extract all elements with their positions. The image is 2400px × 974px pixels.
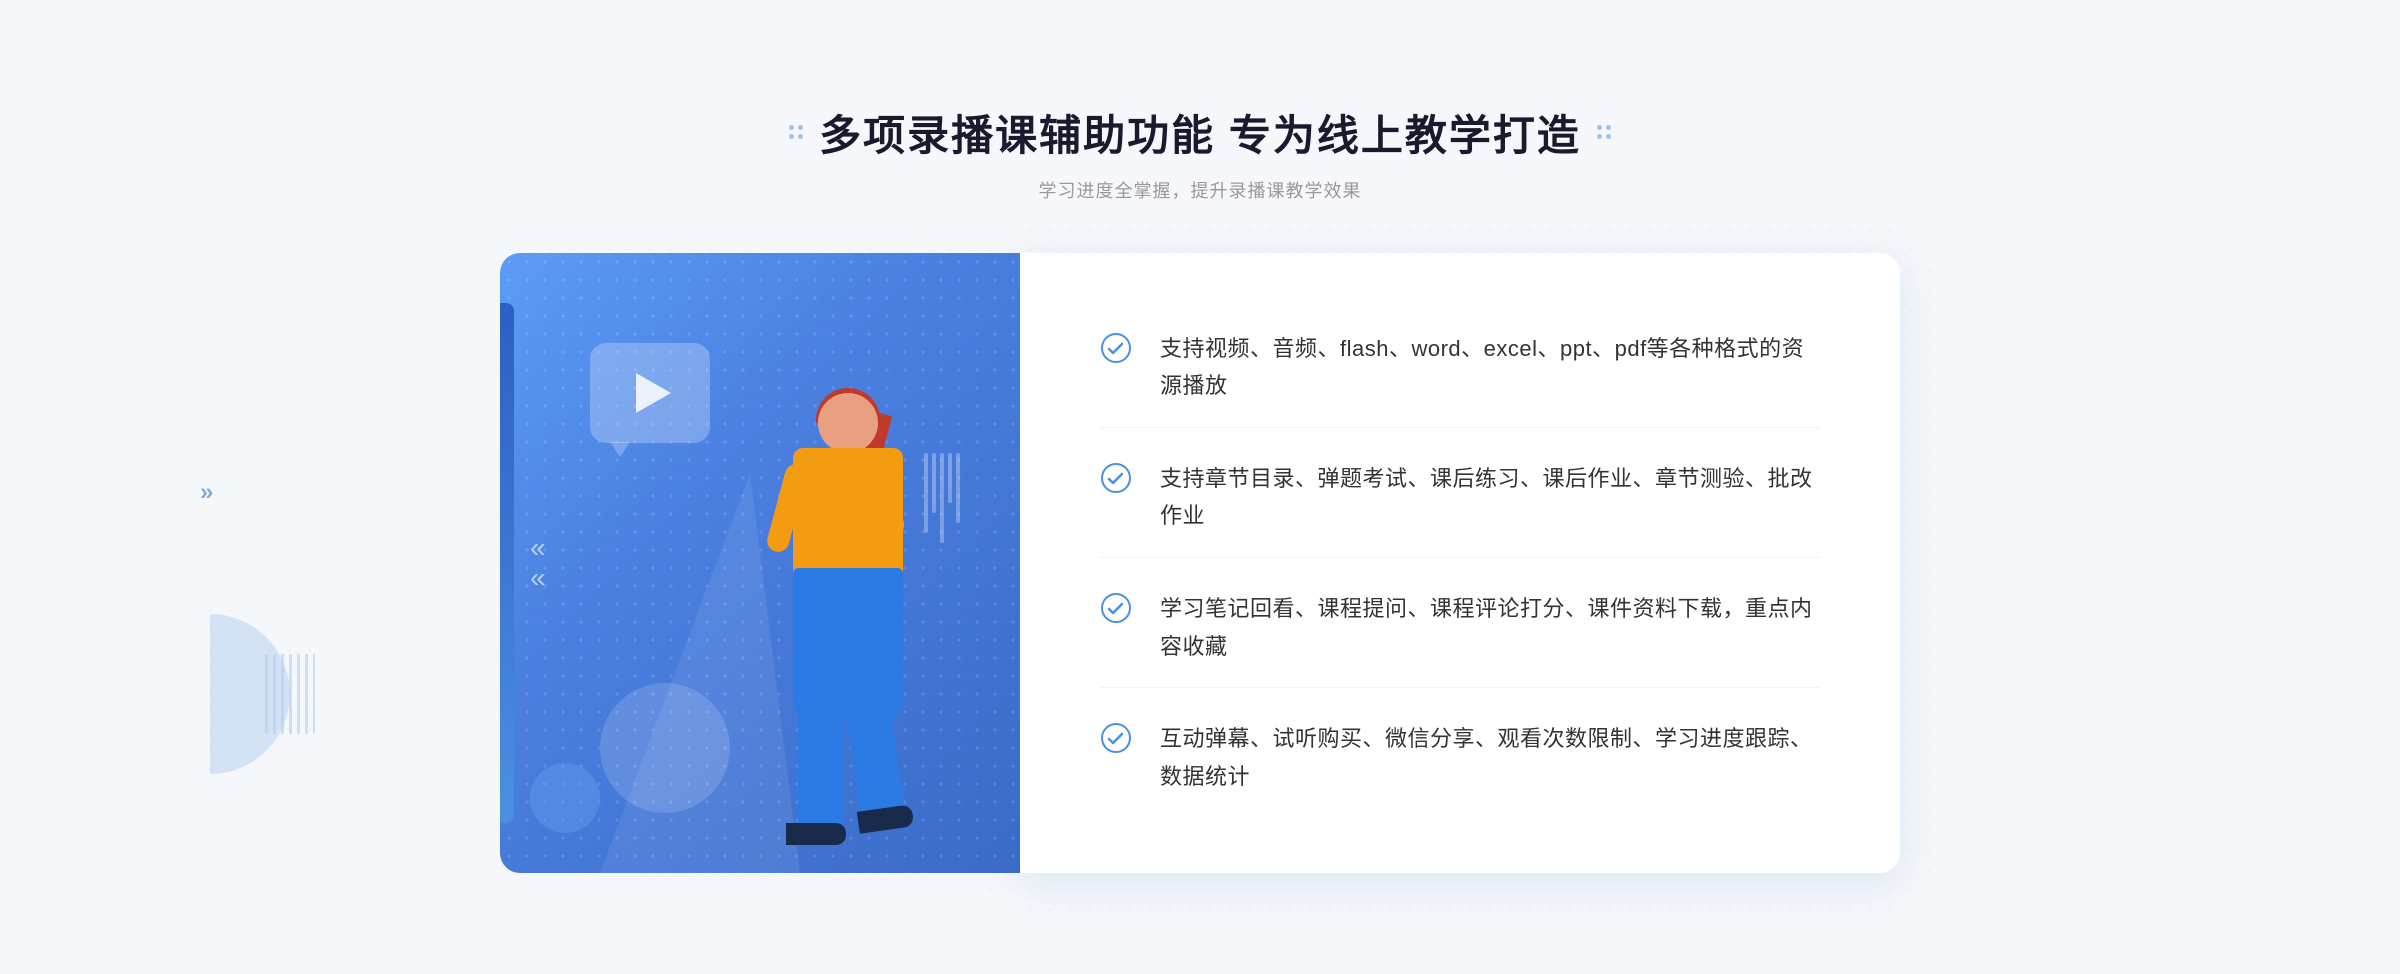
- check-circle-icon-2: [1100, 462, 1132, 494]
- title-dots-left: [789, 125, 803, 139]
- chevron-left-icon: «: [530, 534, 546, 562]
- feature-item-3: 学习笔记回看、课程提问、课程评论打分、课件资料下载，重点内容收藏: [1100, 568, 1820, 688]
- feature-item-2: 支持章节目录、弹题考试、课后练习、课后作业、章节测验、批改作业: [1100, 438, 1820, 558]
- illustration-panel: « «: [500, 253, 1020, 873]
- header-section: 多项录播课辅助功能 专为线上教学打造 学习进度全掌握，提升录播课教学效果: [789, 102, 1611, 203]
- deco-arrows: « «: [530, 534, 546, 592]
- title-dots-right: [1597, 125, 1611, 139]
- person-figure: [708, 393, 968, 873]
- check-circle-icon-1: [1100, 332, 1132, 364]
- feature-text-1: 支持视频、音频、flash、word、excel、ppt、pdf等各种格式的资源…: [1160, 330, 1820, 405]
- deco-circle-small: [530, 763, 600, 833]
- person-shoe-left: [786, 823, 846, 845]
- chevron-left-icon-2: «: [530, 564, 546, 592]
- person-leg-left: [798, 703, 843, 843]
- feature-text-3: 学习笔记回看、课程提问、课程评论打分、课件资料下载，重点内容收藏: [1160, 590, 1820, 665]
- feature-text-2: 支持章节目录、弹题考试、课后练习、课后作业、章节测验、批改作业: [1160, 460, 1820, 535]
- feature-item-4: 互动弹幕、试听购买、微信分享、观看次数限制、学习进度跟踪、数据统计: [1100, 698, 1820, 817]
- title-wrapper: 多项录播课辅助功能 专为线上教学打造: [789, 102, 1611, 163]
- left-decoration: »: [200, 479, 213, 507]
- check-circle-icon-4: [1100, 722, 1132, 754]
- person-pants: [793, 568, 903, 718]
- feature-text-4: 互动弹幕、试听购买、微信分享、观看次数限制、学习进度跟踪、数据统计: [1160, 720, 1820, 795]
- page-container: » 多项录播课辅助功能 专为线上教学打造 学习进度全掌握，提升录播课教学效果: [0, 0, 2400, 974]
- deco-striped-pattern: [265, 654, 315, 734]
- feature-item-1: 支持视频、音频、flash、word、excel、ppt、pdf等各种格式的资源…: [1100, 308, 1820, 428]
- person-head: [818, 393, 878, 453]
- sub-title: 学习进度全掌握，提升录播课教学效果: [789, 177, 1611, 203]
- play-triangle-icon: [636, 373, 671, 413]
- check-circle-icon-3: [1100, 592, 1132, 624]
- left-arrows: »: [200, 479, 213, 507]
- person-body: [793, 448, 903, 578]
- features-panel: 支持视频、音频、flash、word、excel、ppt、pdf等各种格式的资源…: [1020, 253, 1900, 873]
- vertical-bar-decoration: [500, 303, 514, 823]
- arrow-chevron-icon: »: [200, 479, 213, 507]
- main-title: 多项录播课辅助功能 专为线上教学打造: [819, 102, 1581, 163]
- main-content: « «: [500, 253, 1900, 873]
- play-bubble: [590, 343, 710, 443]
